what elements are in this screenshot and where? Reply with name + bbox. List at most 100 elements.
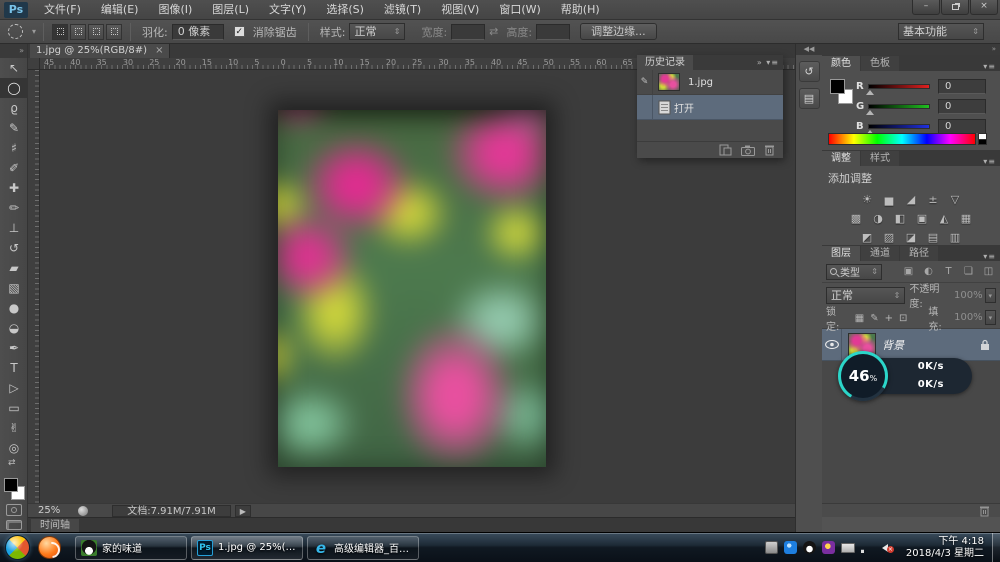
green-slider[interactable]	[868, 104, 930, 109]
lock-option-icon[interactable]: +	[885, 313, 893, 324]
layer-filter-icon[interactable]: ❏	[961, 266, 976, 277]
lock-option-icon[interactable]: ▦	[855, 313, 864, 324]
actions-panel-icon[interactable]: ▤	[799, 88, 820, 109]
feather-input[interactable]: 0 像素	[172, 24, 224, 40]
panel-menu-icon[interactable]: ▾≡	[979, 252, 1000, 261]
delete-layer-trash-icon[interactable]	[979, 505, 990, 517]
blend-mode-dropdown[interactable]: 正常⇕	[826, 287, 905, 304]
tool-button[interactable]: ◎	[0, 438, 28, 458]
tool-button[interactable]: ↺	[0, 238, 28, 258]
adjustment-icon[interactable]: ▥	[948, 230, 963, 245]
show-desktop-button[interactable]	[992, 533, 1000, 562]
restore-button[interactable]	[941, 0, 969, 15]
taskbar-clock[interactable]: 下午 4:18 2018/4/3 星期二	[906, 536, 984, 560]
menu-item[interactable]: 选择(S)	[316, 0, 374, 20]
minimize-button[interactable]: –	[912, 0, 940, 15]
adjustment-icon[interactable]: ◧	[893, 211, 908, 226]
speed-monitor-overlay[interactable]: ▲ 0K/s ▼ 0K/s 46 %	[838, 351, 978, 401]
antialias-checkbox[interactable]: ✓	[234, 26, 245, 37]
tool-button[interactable]: ✒	[0, 338, 28, 358]
tool-button[interactable]: T	[0, 358, 28, 378]
layer-filter-icon[interactable]: T	[941, 266, 956, 277]
history-source-checkbox[interactable]	[637, 95, 653, 119]
tool-button[interactable]: ✎	[0, 118, 28, 138]
menu-item[interactable]: 窗口(W)	[489, 0, 550, 20]
opacity-dropdown-icon[interactable]: ▾	[985, 288, 996, 303]
fill-value[interactable]: 100%	[954, 312, 983, 323]
collapse-icon[interactable]: »	[757, 58, 763, 67]
layer-lock-icon[interactable]	[980, 339, 990, 351]
input-method-icon[interactable]	[765, 541, 778, 554]
app-tray-icon[interactable]	[822, 541, 835, 554]
new-document-from-state-icon[interactable]	[719, 144, 732, 156]
adjustment-icon[interactable]: ◑	[871, 211, 886, 226]
menu-item[interactable]: 文件(F)	[34, 0, 91, 20]
qq-tray-icon[interactable]	[803, 541, 816, 554]
tool-preset-arrow-icon[interactable]: ▾	[32, 27, 36, 36]
taskbar-button-music[interactable]: 家的味道	[75, 536, 187, 560]
network-signal-icon[interactable]	[861, 542, 875, 553]
browser-launcher-icon[interactable]	[38, 536, 61, 559]
tool-button[interactable]: ϱ	[0, 98, 28, 118]
adjustment-icon[interactable]: ◭	[937, 211, 952, 226]
tab-paths[interactable]: 路径	[900, 246, 938, 261]
new-snapshot-camera-icon[interactable]	[741, 145, 755, 156]
selection-add-button[interactable]	[70, 24, 86, 40]
menu-item[interactable]: 图像(I)	[148, 0, 202, 20]
panel-menu-icon[interactable]: ▾≡	[979, 62, 1000, 71]
history-state-row[interactable]: 打开	[637, 95, 783, 120]
tool-button[interactable]: ↖	[0, 58, 28, 78]
battery-icon[interactable]	[841, 543, 855, 553]
layer-filter-icon[interactable]: ◐	[921, 266, 936, 277]
color-spectrum-ramp[interactable]	[828, 133, 976, 145]
adjustment-icon[interactable]: ▽	[948, 192, 963, 207]
adjustment-icon[interactable]: ▤	[926, 230, 941, 245]
tool-button[interactable]: ●	[0, 298, 28, 318]
timeline-tab[interactable]: 时间轴	[31, 519, 79, 532]
adjustment-icon[interactable]: ▩	[849, 211, 864, 226]
selection-intersect-button[interactable]	[106, 24, 122, 40]
dock-expand-button[interactable]: ◀◀	[796, 44, 822, 55]
tab-layers[interactable]: 图层	[822, 246, 860, 261]
slider-thumb[interactable]	[866, 110, 874, 115]
volume-muted-icon[interactable]: ×	[881, 541, 894, 554]
snapshot-thumbnail[interactable]	[658, 73, 680, 91]
adjustment-icon[interactable]: ±	[926, 192, 941, 207]
tab-channels[interactable]: 通道	[861, 246, 899, 261]
menu-item[interactable]: 图层(L)	[202, 0, 259, 20]
blue-slider[interactable]	[868, 124, 930, 129]
taskbar-button-ie[interactable]: e 高级编辑器_百度...	[307, 536, 419, 560]
adjustment-icon[interactable]: ▨	[882, 230, 897, 245]
fill-dropdown-icon[interactable]: ▾	[985, 310, 996, 325]
tab-swatches[interactable]: 色板	[861, 56, 899, 71]
eye-icon[interactable]	[825, 340, 839, 349]
tab-adjustments[interactable]: 调整	[822, 151, 860, 166]
adjustment-icon[interactable]: ▣	[915, 211, 930, 226]
start-button[interactable]	[5, 535, 30, 560]
history-snapshot-row[interactable]: ✎ 1.jpg	[637, 70, 783, 95]
menu-item[interactable]: 滤镜(T)	[374, 0, 431, 20]
foreground-color-swatch[interactable]	[4, 478, 18, 492]
red-value-input[interactable]: 0	[938, 79, 986, 94]
menu-item[interactable]: 文字(Y)	[259, 0, 316, 20]
panel-menu-icon[interactable]: ▾≡	[766, 58, 779, 67]
lock-option-icon[interactable]: ⊡	[899, 313, 907, 324]
tool-button[interactable]: ▰	[0, 258, 28, 278]
panel-menu-icon[interactable]: ▾≡	[979, 157, 1000, 166]
tab-styles[interactable]: 样式	[861, 151, 899, 166]
quick-mask-button[interactable]	[6, 504, 22, 516]
tool-button[interactable]: ♯	[0, 138, 28, 158]
progress-ring[interactable]: 46 %	[838, 351, 888, 401]
blue-value-input[interactable]: 0	[938, 119, 986, 134]
zoom-level-field[interactable]: 25%	[38, 505, 60, 516]
adjustment-icon[interactable]: ◪	[904, 230, 919, 245]
tool-button[interactable]: ▷	[0, 378, 28, 398]
document-close-icon[interactable]: ×	[155, 44, 163, 58]
tool-button[interactable]: ◒	[0, 318, 28, 338]
adjustment-icon[interactable]: ▅	[882, 192, 897, 207]
screen-mode-button[interactable]	[6, 520, 22, 530]
document-tab[interactable]: 1.jpg @ 25%(RGB/8#) ×	[30, 44, 170, 58]
menu-item[interactable]: 编辑(E)	[91, 0, 149, 20]
tab-color[interactable]: 颜色	[822, 56, 860, 71]
layer-filter-icon[interactable]: ▣	[901, 266, 916, 277]
